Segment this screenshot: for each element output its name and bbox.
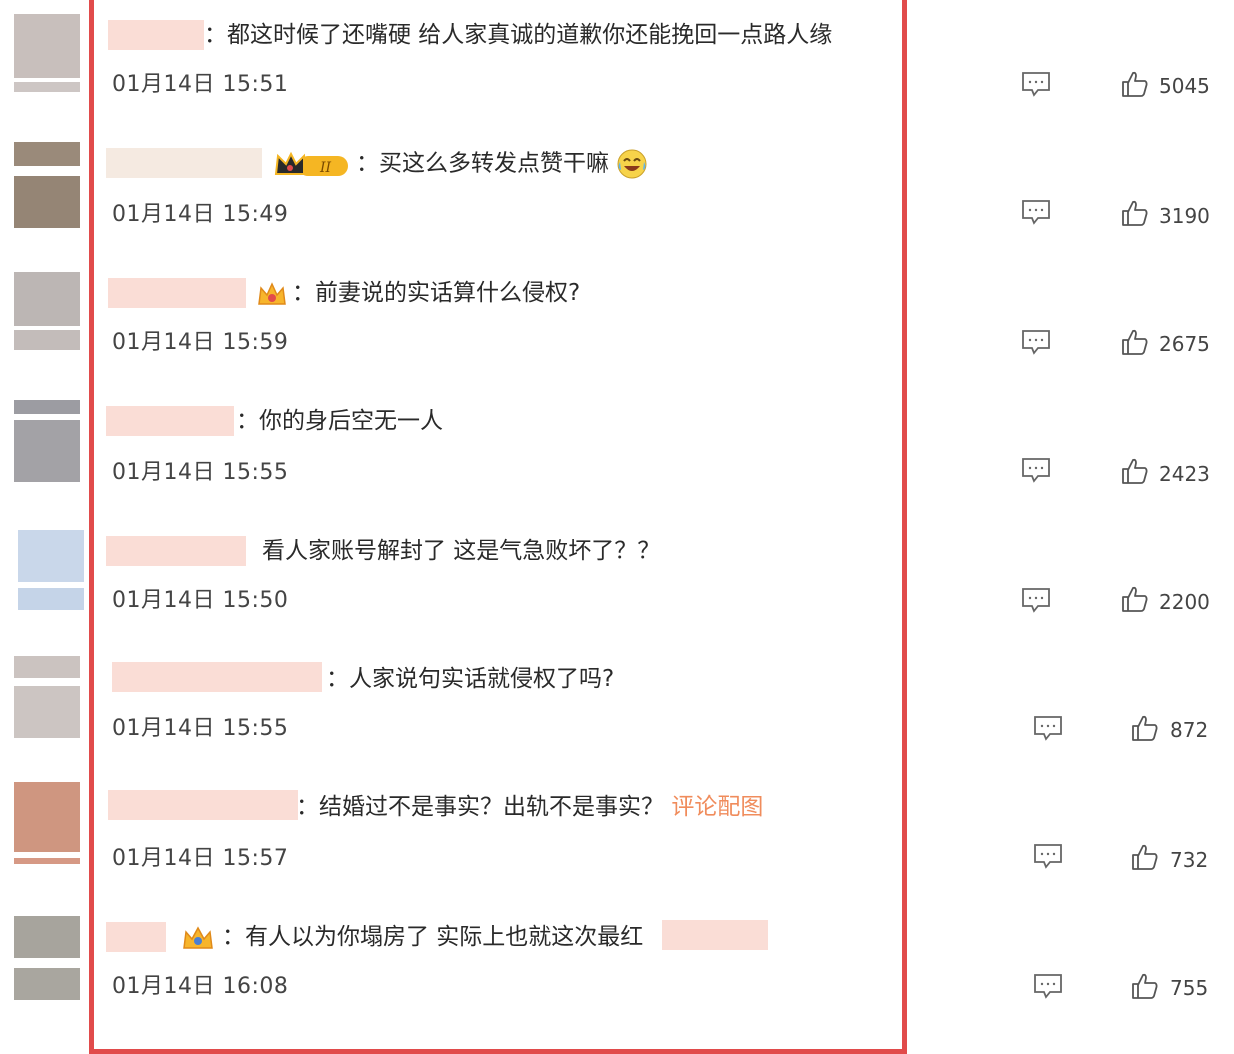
like-icon[interactable] xyxy=(1121,328,1149,356)
reply-icon[interactable] xyxy=(1033,973,1063,999)
comment-time: 01月14日 16:08 xyxy=(112,974,289,999)
comment-text: ：人家说句实话就侵权了吗? xyxy=(326,666,615,692)
like-count: 2675 xyxy=(1159,332,1210,356)
avatar[interactable] xyxy=(14,14,80,94)
reply-icon[interactable] xyxy=(1021,587,1051,613)
reply-icon[interactable] xyxy=(1021,71,1051,97)
like-icon[interactable] xyxy=(1121,585,1149,613)
crown-badge-icon: II xyxy=(274,151,348,176)
comment-time: 01月14日 15:55 xyxy=(112,460,289,485)
like-count: 2200 xyxy=(1159,590,1210,614)
comment-text: ：都这时候了还嘴硬 给人家真诚的道歉你还能挽回一点路人缘 xyxy=(204,22,833,48)
reply-icon[interactable] xyxy=(1021,329,1051,355)
comment-text: ：有人以为你塌房了 实际上也就这次最红 xyxy=(222,924,644,950)
avatar[interactable] xyxy=(14,916,80,1002)
crown-emoji-icon xyxy=(258,282,286,305)
like-count: 872 xyxy=(1170,718,1209,742)
like-count: 732 xyxy=(1170,848,1209,872)
username-blurred[interactable] xyxy=(108,278,246,308)
like-icon[interactable] xyxy=(1121,199,1149,227)
avatar[interactable] xyxy=(14,400,80,482)
username-blurred[interactable] xyxy=(108,20,204,50)
comment-time: 01月14日 15:57 xyxy=(112,846,289,871)
username-blurred[interactable] xyxy=(112,662,322,692)
username-blurred[interactable] xyxy=(106,148,262,178)
reply-icon[interactable] xyxy=(1033,843,1063,869)
laugh-cry-emoji-icon xyxy=(617,149,647,179)
svg-text:II: II xyxy=(319,160,332,176)
comment-text: ：结婚过不是事实？出轨不是事实？ 评论配图 xyxy=(296,794,764,820)
comment-text: ：前妻说的实话算什么侵权? xyxy=(292,280,581,306)
comment-text: 看人家账号解封了 这是气急败坏了？？ xyxy=(262,538,661,564)
comment-text: ：买这么多转发点赞干嘛 xyxy=(356,148,648,180)
comment-time: 01月14日 15:55 xyxy=(112,716,289,741)
comment-time: 01月14日 15:51 xyxy=(112,72,289,97)
like-count: 5045 xyxy=(1159,74,1210,98)
comment-time: 01月14日 15:49 xyxy=(112,202,289,227)
comment-time: 01月14日 15:59 xyxy=(112,330,289,355)
comment-time: 01月14日 15:50 xyxy=(112,588,289,613)
like-icon[interactable] xyxy=(1131,714,1159,742)
username-blurred[interactable] xyxy=(108,790,298,820)
comment-text: ：你的身后空无一人 xyxy=(236,408,443,434)
mention-blurred[interactable] xyxy=(662,920,768,950)
like-count: 755 xyxy=(1170,976,1209,1000)
like-icon[interactable] xyxy=(1121,70,1149,98)
reply-icon[interactable] xyxy=(1033,715,1063,741)
like-icon[interactable] xyxy=(1131,972,1159,1000)
username-blurred[interactable] xyxy=(106,536,246,566)
avatar[interactable] xyxy=(14,142,80,228)
like-count: 2423 xyxy=(1159,462,1210,486)
avatar[interactable] xyxy=(14,272,80,352)
avatar[interactable] xyxy=(14,782,80,866)
crown-emoji-icon xyxy=(183,926,213,949)
username-blurred[interactable] xyxy=(106,922,166,952)
reply-icon[interactable] xyxy=(1021,457,1051,483)
comment-image-link[interactable]: 评论配图 xyxy=(671,794,763,820)
username-blurred[interactable] xyxy=(106,406,234,436)
avatar[interactable] xyxy=(14,530,84,612)
like-count: 3190 xyxy=(1159,204,1210,228)
like-icon[interactable] xyxy=(1131,843,1159,871)
like-icon[interactable] xyxy=(1121,457,1149,485)
avatar[interactable] xyxy=(14,656,80,740)
reply-icon[interactable] xyxy=(1021,199,1051,225)
